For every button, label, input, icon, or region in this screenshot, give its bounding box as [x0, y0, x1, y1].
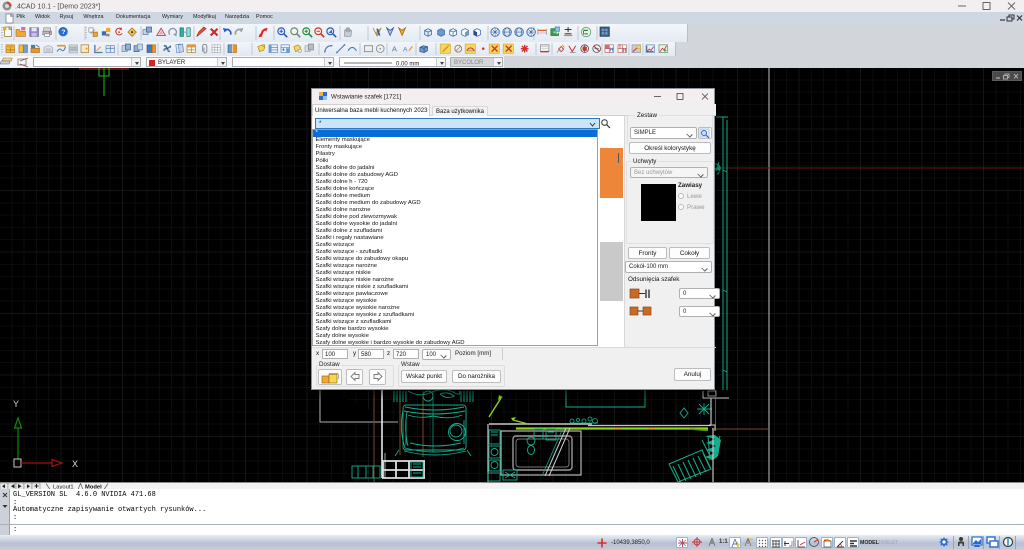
svg-text:Y: Y: [13, 399, 19, 409]
svg-text:A: A: [403, 47, 408, 54]
svg-text:Wstawianie szafek [1721]: Wstawianie szafek [1721]: [331, 94, 401, 101]
svg-text:0.00 mm: 0.00 mm: [396, 62, 419, 68]
svg-text:+: +: [282, 48, 285, 54]
svg-text:A: A: [392, 45, 398, 54]
svg-text:+: +: [663, 49, 667, 55]
svg-text:.4CAD 10.1 - [Demo 2023*]: .4CAD 10.1 - [Demo 2023*]: [15, 4, 100, 11]
svg-text:H: H: [610, 48, 614, 54]
svg-text:?: ?: [61, 29, 65, 36]
svg-text:H: H: [623, 48, 627, 54]
svg-text:X: X: [72, 459, 78, 469]
